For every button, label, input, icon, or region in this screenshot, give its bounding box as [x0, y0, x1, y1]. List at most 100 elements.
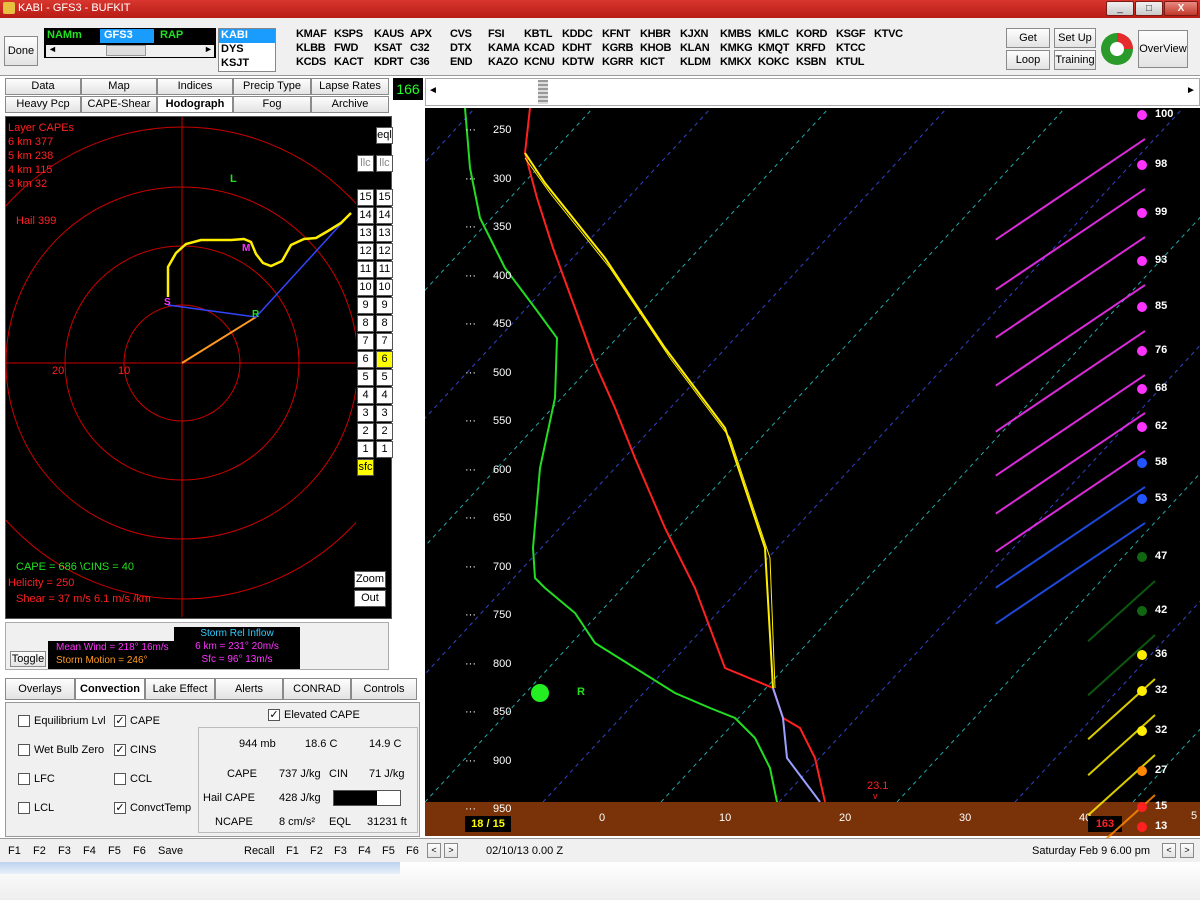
station-link[interactable]: KTUL	[836, 56, 864, 68]
loop-button[interactable]: Loop	[1006, 50, 1050, 70]
station-link[interactable]: CVS	[450, 28, 472, 40]
height-button-right[interactable]: 4	[376, 387, 393, 404]
toggle-button[interactable]: Toggle	[10, 651, 46, 667]
height-button-left[interactable]: 3	[357, 405, 374, 422]
close-button[interactable]: X	[1164, 1, 1198, 16]
checkbox[interactable]	[18, 802, 30, 815]
station-link[interactable]: END	[450, 56, 473, 68]
station-link[interactable]: KRFD	[796, 42, 826, 54]
height-button-right[interactable]: 13	[376, 225, 393, 242]
station-link[interactable]: KAMA	[488, 42, 520, 54]
height-button-left[interactable]: 6	[357, 351, 374, 368]
station-link[interactable]: KSGF	[836, 28, 866, 40]
station-link[interactable]: KCAD	[524, 42, 555, 54]
tab-conrad[interactable]: CONRAD	[283, 678, 351, 700]
zoom-button[interactable]: Zoom	[354, 571, 386, 588]
valid-back-button[interactable]: <	[1162, 843, 1176, 858]
checkbox[interactable]: ✓	[268, 709, 280, 722]
checkbox-option[interactable]: LCL	[18, 802, 54, 815]
height-button-left[interactable]: 2	[357, 423, 374, 440]
zoom-out-button[interactable]: Out	[354, 590, 386, 607]
llc-right-button[interactable]: llc	[376, 155, 393, 172]
height-button-right[interactable]: 9	[376, 297, 393, 314]
fkey-recall-f6[interactable]: F6	[406, 845, 419, 857]
checkbox-option[interactable]: ✓ ConvctTemp	[114, 802, 191, 815]
tab-precip-type[interactable]: Precip Type	[233, 78, 311, 95]
done-button[interactable]: Done	[4, 36, 38, 66]
fkey-recall-f2[interactable]: F2	[310, 845, 323, 857]
height-button-right[interactable]: 8	[376, 315, 393, 332]
model-list[interactable]: NAMm GFS3 RAP ◄ ►	[44, 28, 216, 58]
checkbox-option[interactable]: LFC	[18, 773, 55, 786]
scroll-right-arrow-icon[interactable]: ►	[1186, 85, 1196, 96]
station-link[interactable]: KDDC	[562, 28, 593, 40]
fkey-recall-f1[interactable]: F1	[286, 845, 299, 857]
station-link[interactable]: KSBN	[796, 56, 826, 68]
tab-data[interactable]: Data	[5, 78, 81, 95]
fkey-f3[interactable]: F3	[58, 845, 71, 857]
station-link[interactable]: KLDM	[680, 56, 711, 68]
station-link[interactable]: KGRB	[602, 42, 634, 54]
height-button-left[interactable]: 12	[357, 243, 374, 260]
station-link[interactable]: C32	[410, 42, 430, 54]
tab-overlays[interactable]: Overlays	[5, 678, 75, 700]
tab-map[interactable]: Map	[81, 78, 157, 95]
station-link[interactable]: KJXN	[680, 28, 708, 40]
llc-left-button[interactable]: llc	[357, 155, 374, 172]
height-button-left[interactable]: sfc	[357, 459, 374, 476]
checkbox-option[interactable]: CCL	[114, 773, 152, 786]
station-link[interactable]: KMKX	[720, 56, 752, 68]
station-link[interactable]: KMKG	[720, 42, 753, 54]
height-button-left[interactable]: 7	[357, 333, 374, 350]
station-item-selected[interactable]: KABI	[219, 29, 275, 43]
station-link[interactable]: KDHT	[562, 42, 592, 54]
height-button-right[interactable]: 15	[376, 189, 393, 206]
fkey-recall-f4[interactable]: F4	[358, 845, 371, 857]
maximize-button[interactable]: □	[1135, 1, 1163, 16]
valid-forward-button[interactable]: >	[1180, 843, 1194, 858]
fkey-recall-recall[interactable]: Recall	[244, 845, 275, 857]
scroll-left-arrow-icon[interactable]: ◄	[428, 85, 438, 96]
time-back-button[interactable]: <	[427, 843, 441, 858]
station-link[interactable]: KHBR	[640, 28, 671, 40]
tab-convection[interactable]: Convection	[75, 678, 145, 700]
elevated-cape-option[interactable]: ✓ Elevated CAPE	[268, 709, 360, 722]
station-item[interactable]: KSJT	[219, 57, 275, 71]
get-data-button[interactable]: Get Data	[1006, 28, 1050, 62]
height-button-left[interactable]: 11	[357, 261, 374, 278]
checkbox[interactable]	[114, 773, 126, 786]
checkbox-option[interactable]: ✓ CAPE	[114, 715, 160, 728]
checkbox-option[interactable]: ✓ CINS	[114, 744, 156, 757]
station-link[interactable]: KCDS	[296, 56, 326, 68]
fkey-f2[interactable]: F2	[33, 845, 46, 857]
model-item[interactable]: NAMm	[47, 29, 82, 41]
station-link[interactable]: KDTW	[562, 56, 594, 68]
height-button-right[interactable]: 6	[376, 351, 393, 368]
station-link[interactable]: KCNU	[524, 56, 555, 68]
height-button-left[interactable]: 10	[357, 279, 374, 296]
tab-cape-shear[interactable]: CAPE-Shear	[81, 96, 157, 113]
station-link[interactable]: KSPS	[334, 28, 363, 40]
fkey-recall-f5[interactable]: F5	[382, 845, 395, 857]
tab-fog[interactable]: Fog	[233, 96, 311, 113]
tab-hodograph[interactable]: Hodograph	[157, 96, 233, 113]
height-button-right[interactable]: 3	[376, 405, 393, 422]
station-link[interactable]: KSAT	[374, 42, 402, 54]
model-item-selected[interactable]: GFS3	[100, 29, 154, 43]
checkbox[interactable]: ✓	[114, 802, 126, 815]
station-link[interactable]: KTCC	[836, 42, 866, 54]
height-button-right[interactable]: 1	[376, 441, 393, 458]
station-link[interactable]: FWD	[334, 42, 358, 54]
height-button-right[interactable]: 7	[376, 333, 393, 350]
station-link[interactable]: KOKC	[758, 56, 790, 68]
station-link[interactable]: APX	[410, 28, 432, 40]
height-button-left[interactable]: 13	[357, 225, 374, 242]
training-button[interactable]: Training	[1054, 50, 1096, 70]
height-button-right[interactable]: 2	[376, 423, 393, 440]
station-link[interactable]: KAZO	[488, 56, 518, 68]
model-scrollbar[interactable]: ◄ ►	[46, 44, 214, 57]
station-link[interactable]: KACT	[334, 56, 364, 68]
tab-indices[interactable]: Indices	[157, 78, 233, 95]
height-button-right[interactable]: 11	[376, 261, 393, 278]
height-button-left[interactable]: 8	[357, 315, 374, 332]
